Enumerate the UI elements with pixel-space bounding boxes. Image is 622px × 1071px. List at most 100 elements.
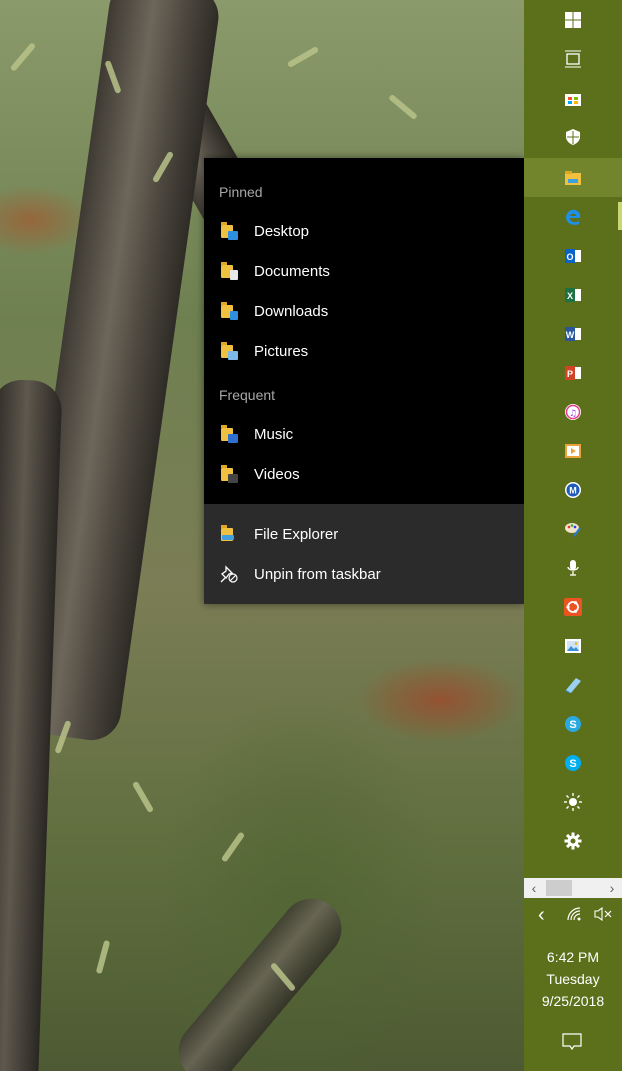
windows-security-icon — [564, 128, 582, 146]
malwarebytes-button[interactable]: M — [524, 470, 622, 509]
notes-icon — [564, 676, 582, 694]
task-view-icon — [564, 50, 582, 68]
brightness-button[interactable] — [524, 782, 622, 821]
pinned-header: Pinned — [219, 184, 263, 200]
task-label: Unpin from taskbar — [254, 565, 381, 583]
jump-list-item-downloads[interactable]: Downloads — [204, 291, 524, 331]
outlook-button[interactable]: O — [524, 236, 622, 275]
file-explorer-jump-list: Pinned Desktop Documents Downloads Pictu… — [204, 158, 524, 604]
photos-icon — [564, 637, 582, 655]
wallpaper-leaf — [95, 939, 111, 975]
downloads-folder-icon — [220, 302, 238, 320]
photos-button[interactable] — [524, 626, 622, 665]
edge-icon — [564, 208, 582, 226]
jump-list-item-desktop[interactable]: Desktop — [204, 211, 524, 251]
voice-recorder-icon — [564, 559, 582, 577]
unpin-icon — [220, 565, 238, 583]
action-center-button[interactable] — [562, 1033, 582, 1051]
malwarebytes-icon: M — [564, 481, 582, 499]
scroll-left-button[interactable]: ‹ — [524, 880, 544, 896]
svg-text:W: W — [566, 330, 575, 340]
taskbar-clock[interactable]: 6:42 PM Tuesday 9/25/2018 — [524, 946, 622, 1012]
task-label: File Explorer — [254, 525, 339, 543]
svg-text:S: S — [569, 758, 576, 770]
music-folder-icon — [220, 425, 238, 443]
jump-list-item-label: Pictures — [254, 342, 309, 360]
settings-button[interactable] — [524, 821, 622, 860]
jump-list-item-documents[interactable]: Documents — [204, 251, 524, 291]
open-file-explorer-task[interactable]: File Explorer — [204, 514, 524, 554]
clock-day: Tuesday — [546, 971, 600, 987]
svg-text:S: S — [569, 719, 576, 731]
jump-list-tasks: File Explorer Unpin from taskbar — [204, 504, 524, 604]
paint-icon — [564, 520, 582, 538]
skype-button[interactable]: S — [524, 743, 622, 782]
desktop-folder-icon — [220, 222, 238, 240]
svg-text:X: X — [567, 291, 573, 301]
wallpaper-leaf — [220, 831, 246, 863]
action-center-icon — [562, 1033, 582, 1055]
start-button[interactable] — [524, 0, 622, 39]
unpin-from-taskbar-task[interactable]: Unpin from taskbar — [204, 554, 524, 594]
wifi-icon[interactable] — [566, 906, 584, 927]
file-explorer-icon — [564, 169, 582, 187]
volume-muted-icon[interactable] — [594, 906, 614, 926]
settings-icon — [564, 832, 582, 850]
show-hidden-icons-button[interactable]: ‹ — [538, 904, 545, 927]
pictures-folder-icon — [220, 342, 238, 360]
itunes-button[interactable]: ♫ — [524, 392, 622, 431]
ubuntu-button[interactable] — [524, 587, 622, 626]
word-button[interactable]: W — [524, 314, 622, 353]
file-explorer-icon — [220, 525, 238, 543]
wallpaper-leaf — [286, 45, 320, 69]
jump-list-item-videos[interactable]: Videos — [204, 454, 524, 494]
system-tray: ‹ — [524, 900, 622, 930]
skype-icon: S — [564, 754, 582, 772]
brightness-icon — [564, 792, 582, 811]
microsoft-store-button[interactable] — [524, 78, 622, 117]
outlook-icon: O — [564, 247, 582, 265]
microsoft-store-icon — [564, 89, 582, 107]
powerpoint-icon: P — [564, 364, 582, 382]
task-view-button[interactable] — [524, 39, 622, 78]
svg-text:♫: ♫ — [569, 409, 577, 419]
clock-date: 9/25/2018 — [541, 993, 605, 1009]
wallpaper-leaf — [131, 780, 155, 814]
ubuntu-icon — [564, 597, 582, 616]
powerpoint-button[interactable]: P — [524, 353, 622, 392]
word-icon: W — [564, 325, 582, 343]
skype-business-icon: S — [564, 715, 582, 733]
jump-list-item-label: Desktop — [254, 222, 310, 240]
jump-list-item-label: Downloads — [254, 302, 329, 320]
edge-button[interactable] — [524, 197, 622, 236]
movies-tv-icon — [564, 442, 582, 460]
jump-list-item-label: Music — [254, 425, 294, 443]
wallpaper-leaf — [388, 93, 418, 121]
excel-icon: X — [564, 286, 582, 304]
jump-list-item-label: Documents — [254, 262, 330, 280]
taskbar-scrollbar[interactable]: ‹ › — [524, 878, 622, 898]
windows-security-button[interactable] — [524, 117, 622, 156]
documents-folder-icon — [220, 262, 238, 280]
svg-text:O: O — [566, 252, 573, 262]
svg-text:M: M — [569, 485, 577, 495]
wallpaper-leaf — [9, 42, 37, 72]
windows-start-icon — [564, 11, 582, 29]
file-explorer-taskbar-button[interactable] — [524, 158, 622, 197]
frequent-header: Frequent — [219, 387, 276, 403]
jump-list-item-label: Videos — [254, 465, 300, 483]
jump-list-item-pictures[interactable]: Pictures — [204, 331, 524, 371]
scroll-right-button[interactable]: › — [602, 880, 622, 896]
skype-business-button[interactable]: S — [524, 704, 622, 743]
excel-button[interactable]: X — [524, 275, 622, 314]
voice-recorder-button[interactable] — [524, 548, 622, 587]
notes-button[interactable] — [524, 665, 622, 704]
paint-button[interactable] — [524, 509, 622, 548]
scrollbar-thumb[interactable] — [546, 880, 572, 896]
videos-folder-icon — [220, 465, 238, 483]
movies-tv-button[interactable] — [524, 431, 622, 470]
clock-time: 6:42 PM — [546, 949, 600, 965]
jump-list-item-music[interactable]: Music — [204, 414, 524, 454]
wallpaper-branch — [166, 886, 354, 1071]
svg-text:P: P — [567, 369, 573, 379]
